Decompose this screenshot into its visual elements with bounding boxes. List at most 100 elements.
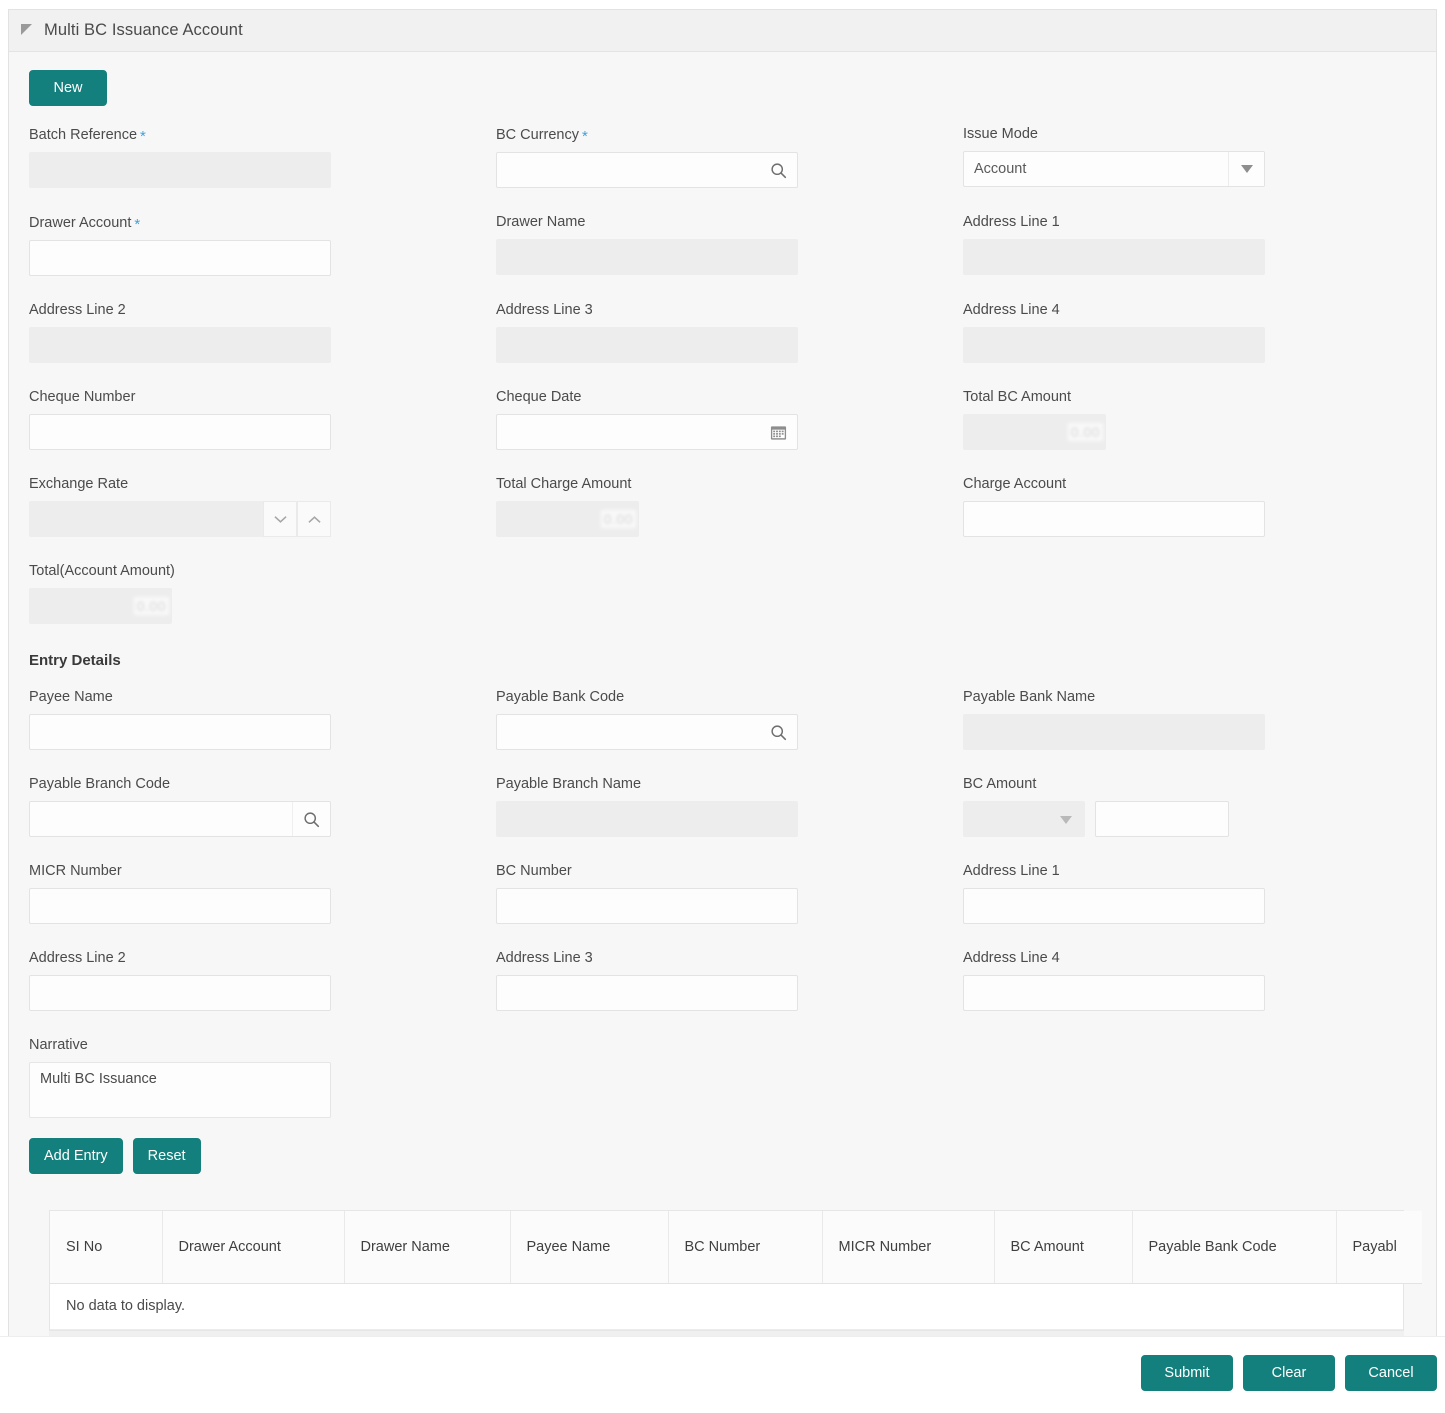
label-charge-account: Charge Account [963, 476, 1067, 492]
bc-currency-input[interactable] [496, 152, 798, 188]
label-total-account-amount: Total(Account Amount) [29, 563, 175, 579]
reset-button[interactable]: Reset [132, 1138, 201, 1174]
label-drawer-name: Drawer Name [496, 214, 586, 230]
exchange-rate-stepper [29, 501, 331, 537]
field-entry-payee-name: Payee Name [29, 689, 496, 750]
field-payable-bank-code: Payable Bank Code [496, 689, 963, 750]
grid-spacer [496, 563, 963, 650]
charge-account-input[interactable] [963, 501, 1265, 537]
field-address-line-2: Address Line 2 [29, 302, 496, 363]
label-issue-mode: Issue Mode [963, 126, 1038, 142]
field-exchange-rate: Exchange Rate [29, 476, 496, 537]
cheque-number-input[interactable] [29, 414, 331, 450]
payable-branch-code-input[interactable] [29, 801, 331, 837]
search-icon[interactable] [759, 715, 797, 749]
label-total-bc-amount: Total BC Amount [963, 389, 1071, 405]
exchange-rate-input[interactable] [29, 501, 264, 537]
field-total-bc-amount: Total BC Amount 0.00 [963, 389, 1430, 450]
required-asterisk: * [140, 128, 146, 145]
entries-table: SI No Drawer Account Drawer Name Payee N… [49, 1210, 1422, 1331]
chevron-down-icon[interactable] [263, 501, 298, 537]
add-entry-button[interactable]: Add Entry [29, 1138, 123, 1174]
field-bc-amount: BC Amount [963, 776, 1430, 837]
footer-actions: Submit Clear Cancel [1141, 1355, 1437, 1391]
payee-name-input[interactable] [29, 714, 331, 750]
column-header-micr-number[interactable]: MICR Number [822, 1211, 995, 1284]
redacted-amount: 0.00 [600, 510, 636, 528]
field-bc-number: BC Number [496, 863, 963, 924]
entry-details-heading: Entry Details [29, 652, 121, 669]
label-bc-number: BC Number [496, 863, 572, 879]
collapse-triangle-icon[interactable] [21, 24, 32, 35]
entry-address-line-2-input[interactable] [29, 975, 331, 1011]
label-drawer-account: Drawer Account * [29, 215, 141, 233]
cheque-date-input[interactable] [496, 414, 798, 450]
address-line-1-input[interactable] [963, 239, 1265, 275]
submit-button[interactable]: Submit [1141, 1355, 1233, 1391]
column-header-payable-bank-name[interactable]: Payabl [1336, 1211, 1422, 1284]
required-asterisk: * [134, 216, 141, 233]
search-icon[interactable] [292, 802, 330, 836]
field-entry-address-line-2: Address Line 2 [29, 950, 496, 1011]
issue-mode-select[interactable]: Account [963, 151, 1265, 187]
payable-branch-code-wrap [29, 801, 331, 837]
column-header-bc-amount[interactable]: BC Amount [994, 1211, 1133, 1284]
label-payable-bank-name: Payable Bank Name [963, 689, 1096, 705]
payable-branch-name-input[interactable] [496, 801, 798, 837]
chevron-down-icon[interactable] [1228, 152, 1264, 186]
field-address-line-4: Address Line 4 [963, 302, 1430, 363]
issue-mode-value[interactable]: Account [963, 151, 1265, 187]
bc-number-input[interactable] [496, 888, 798, 924]
payable-bank-code-wrap [496, 714, 798, 750]
address-line-3-input[interactable] [496, 327, 798, 363]
field-payable-branch-name: Payable Branch Name [496, 776, 963, 837]
field-entry-address-line-4: Address Line 4 [963, 950, 1430, 1011]
total-charge-amount-value: 0.00 [496, 501, 639, 537]
payable-bank-name-input[interactable] [963, 714, 1265, 750]
field-entry-address-line-3: Address Line 3 [496, 950, 963, 1011]
panel-header: Multi BC Issuance Account [9, 10, 1436, 52]
label-cheque-date: Cheque Date [496, 389, 582, 405]
cancel-button[interactable]: Cancel [1345, 1355, 1437, 1391]
label-payable-branch-name: Payable Branch Name [496, 776, 642, 792]
field-entry-address-line-1: Address Line 1 [963, 863, 1430, 924]
column-header-bc-number[interactable]: BC Number [668, 1211, 823, 1284]
entry-address-line-1-input[interactable] [963, 888, 1265, 924]
field-cheque-number: Cheque Number [29, 389, 496, 450]
chevron-down-icon [1060, 816, 1072, 824]
label-entry-address-line-1: Address Line 1 [963, 863, 1060, 879]
page-title: Multi BC Issuance Account [44, 21, 243, 39]
calendar-icon[interactable] [759, 415, 797, 449]
column-header-payable-bank-code[interactable]: Payable Bank Code [1132, 1211, 1337, 1284]
micr-number-input[interactable] [29, 888, 331, 924]
label-address-line-2: Address Line 2 [29, 302, 126, 318]
address-line-2-input[interactable] [29, 327, 331, 363]
column-header-si-no[interactable]: SI No [50, 1211, 163, 1284]
label-exchange-rate: Exchange Rate [29, 476, 129, 492]
chevron-up-icon[interactable] [297, 501, 331, 537]
column-header-drawer-account[interactable]: Drawer Account [162, 1211, 345, 1284]
search-icon[interactable] [759, 153, 797, 187]
field-total-charge-amount: Total Charge Amount 0.00 [496, 476, 963, 537]
main-form-grid: Batch Reference * BC Currency * Issue Mode… [21, 126, 1416, 650]
redacted-amount: 0.00 [133, 597, 169, 615]
payable-bank-code-input[interactable] [496, 714, 798, 750]
entry-address-line-3-input[interactable] [496, 975, 798, 1011]
column-header-drawer-name[interactable]: Drawer Name [344, 1211, 511, 1284]
label-address-line-1: Address Line 1 [963, 214, 1060, 230]
field-payable-branch-code: Payable Branch Code [29, 776, 496, 837]
bc-amount-input[interactable] [1095, 801, 1229, 837]
batch-reference-input[interactable] [29, 152, 331, 188]
drawer-account-input[interactable] [29, 240, 331, 276]
label-batch-reference: Batch Reference * [29, 127, 146, 145]
entry-address-line-4-input[interactable] [963, 975, 1265, 1011]
column-header-payee-name[interactable]: Payee Name [510, 1211, 669, 1284]
narrative-textarea[interactable]: Multi BC Issuance [29, 1062, 331, 1118]
drawer-name-input[interactable] [496, 239, 798, 275]
clear-button[interactable]: Clear [1243, 1355, 1335, 1391]
cheque-date-wrap [496, 414, 798, 450]
grid-spacer [963, 563, 1430, 650]
address-line-4-input[interactable] [963, 327, 1265, 363]
new-button[interactable]: New [29, 70, 107, 106]
bc-amount-currency-select[interactable] [963, 801, 1085, 837]
